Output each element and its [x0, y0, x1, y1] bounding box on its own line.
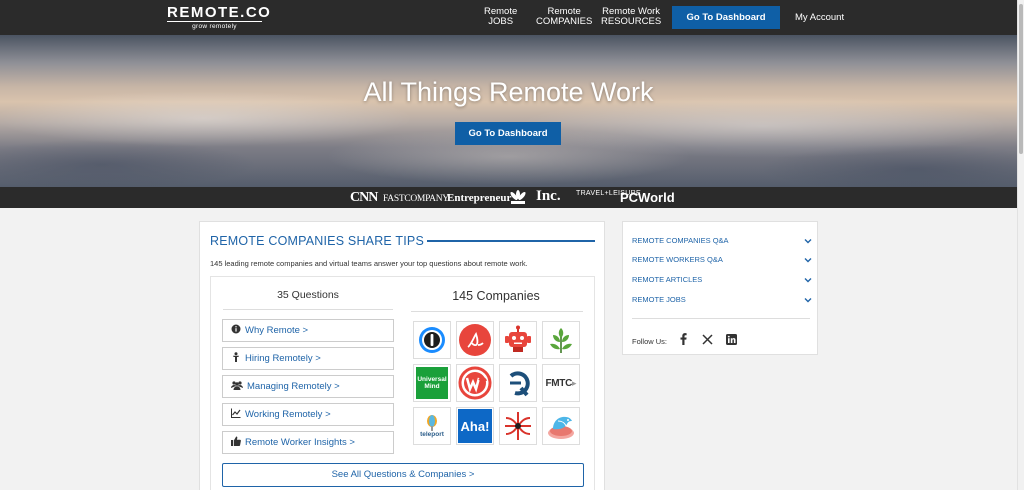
- companies-heading: 145 Companies: [452, 289, 540, 303]
- my-account-link[interactable]: My Account: [795, 12, 844, 23]
- company-tile-q[interactable]: [499, 364, 537, 402]
- teleport-logo-icon: [427, 414, 437, 431]
- radial-logo-icon: [505, 412, 531, 440]
- leaf-logo-icon: [550, 328, 572, 353]
- company-tile-aha[interactable]: Aha!: [456, 407, 494, 445]
- company-tile-green-leaf[interactable]: [542, 321, 580, 359]
- pcworld-logo: PCWorld: [620, 190, 675, 205]
- questions-companies-panel: 35 Questions 145 Companies Why Remote > …: [210, 276, 595, 490]
- chevron-down-icon: [804, 258, 812, 263]
- section-subtitle: 145 leading remote companies and virtual…: [210, 259, 528, 268]
- remote-co-logo[interactable]: REMOTE.CO grow remotely: [167, 4, 272, 30]
- chevron-down-icon: [804, 298, 812, 303]
- company-tile-teleport[interactable]: teleport: [413, 407, 451, 445]
- hero-dashboard-button[interactable]: Go To Dashboard: [455, 122, 561, 145]
- fmtc-logo: FMTC: [545, 377, 573, 389]
- see-all-questions-companies-button[interactable]: See All Questions & Companies >: [222, 463, 584, 487]
- x-icon[interactable]: [701, 332, 713, 346]
- go-to-dashboard-button[interactable]: Go To Dashboard: [672, 6, 780, 29]
- sidebar-item-remote-workers-qa[interactable]: REMOTE WORKERS Q&A: [632, 255, 812, 269]
- person-icon: [233, 352, 239, 362]
- sidebar-item-label: REMOTE ARTICLES: [632, 275, 703, 284]
- company-tile-red-radial[interactable]: [499, 407, 537, 445]
- entrepreneur-logo: Entrepreneur: [447, 192, 512, 204]
- logo-tagline: grow remotely: [192, 23, 237, 30]
- thumbs-up-icon: [231, 436, 241, 446]
- nav-remote-companies[interactable]: Remote COMPANIES: [536, 7, 592, 27]
- section-title: REMOTE COMPANIES SHARE TIPS: [210, 234, 424, 248]
- company-tile-universal-mind[interactable]: Universal Mind: [413, 364, 451, 402]
- hero-title: All Things Remote Work: [363, 77, 654, 107]
- chevron-down-icon: [804, 278, 812, 283]
- logo-text: REMOTE.CO: [167, 4, 272, 21]
- company-tile-zapier[interactable]: [499, 321, 537, 359]
- question-label: Why Remote >: [245, 325, 309, 336]
- page-scrollbar[interactable]: [1017, 0, 1024, 490]
- scrollbar-thumb[interactable]: [1019, 4, 1023, 154]
- sidebar-item-label: REMOTE WORKERS Q&A: [632, 255, 723, 264]
- question-label: Working Remotely >: [245, 409, 331, 420]
- articulate-logo-icon: [459, 324, 491, 356]
- sidebar-item-remote-companies-qa[interactable]: REMOTE COMPANIES Q&A: [632, 236, 812, 250]
- top-nav-bar: REMOTE.CO grow remotely Remote JOBS Remo…: [0, 0, 1017, 35]
- nav-resources-line2: RESOURCES: [601, 16, 662, 27]
- universal-mind-logo: Universal Mind: [416, 367, 448, 399]
- inc-logo: Inc.: [536, 188, 561, 204]
- resources-sidebar: REMOTE COMPANIES Q&A REMOTE WORKERS Q&A …: [622, 221, 818, 355]
- sidebar-divider: [632, 318, 810, 319]
- fast-company-logo: FASTCOMPANY: [383, 194, 449, 204]
- facebook-icon[interactable]: [677, 332, 689, 346]
- hero-banner: All Things Remote Work Go To Dashboard: [0, 35, 1017, 187]
- question-hiring-remotely[interactable]: Hiring Remotely >: [222, 347, 394, 370]
- nav-remote-work-resources[interactable]: Remote Work RESOURCES: [601, 7, 661, 27]
- users-icon: [231, 381, 243, 390]
- chevron-down-icon: [804, 239, 812, 244]
- company-tile-w[interactable]: [456, 364, 494, 402]
- w-circle-logo-icon: [458, 366, 492, 400]
- question-label: Managing Remotely >: [247, 381, 340, 392]
- teleport-label: teleport: [420, 430, 444, 438]
- company-tile-bird[interactable]: [542, 407, 580, 445]
- company-tile-articulate[interactable]: [456, 321, 494, 359]
- 1password-logo-icon: [419, 327, 445, 353]
- question-label: Remote Worker Insights >: [245, 437, 355, 448]
- bird-logo-icon: [548, 416, 574, 439]
- company-tile-1password[interactable]: [413, 321, 451, 359]
- questions-heading-rule: [223, 309, 393, 310]
- companies-tips-card: REMOTE COMPANIES SHARE TIPS 145 leading …: [199, 221, 605, 490]
- nbc-peacock-icon: [509, 190, 527, 205]
- company-tile-fmtc[interactable]: FMTC ▸: [542, 364, 580, 402]
- press-logos-bar: CNN FASTCOMPANY Entrepreneur Inc. TRAVEL…: [0, 187, 1017, 208]
- question-label: Hiring Remotely >: [245, 353, 321, 364]
- fmtc-arrow-icon: ▸: [572, 377, 577, 388]
- info-circle-icon: [231, 324, 241, 334]
- question-managing-remotely[interactable]: Managing Remotely >: [222, 375, 394, 398]
- sidebar-item-label: REMOTE COMPANIES Q&A: [632, 236, 729, 245]
- nav-remote-jobs-line2: JOBS: [488, 16, 514, 27]
- question-why-remote[interactable]: Why Remote >: [222, 319, 394, 342]
- follow-us-label: Follow Us:: [632, 337, 668, 346]
- question-working-remotely[interactable]: Working Remotely >: [222, 403, 394, 426]
- questions-heading: 35 Questions: [277, 289, 339, 301]
- linkedin-icon[interactable]: [725, 332, 737, 346]
- question-remote-worker-insights[interactable]: Remote Worker Insights >: [222, 431, 394, 454]
- logo-divider: [167, 21, 262, 22]
- sidebar-item-remote-jobs[interactable]: REMOTE JOBS: [632, 295, 812, 309]
- cnn-logo: CNN: [350, 190, 378, 205]
- sidebar-item-remote-articles[interactable]: REMOTE ARTICLES: [632, 275, 812, 289]
- nav-remote-jobs[interactable]: Remote JOBS: [484, 7, 517, 27]
- travel-leisure-logo: TRAVEL+LEISURE: [576, 190, 641, 197]
- section-title-rule: [427, 240, 595, 242]
- nav-remote-companies-line2: COMPANIES: [536, 16, 593, 27]
- sidebar-item-label: REMOTE JOBS: [632, 295, 686, 304]
- aha-logo: Aha!: [458, 409, 492, 443]
- companies-heading-rule: [411, 311, 583, 312]
- robot-logo-icon: [505, 325, 531, 352]
- q-logo-icon: [509, 371, 530, 397]
- line-chart-icon: [231, 408, 241, 418]
